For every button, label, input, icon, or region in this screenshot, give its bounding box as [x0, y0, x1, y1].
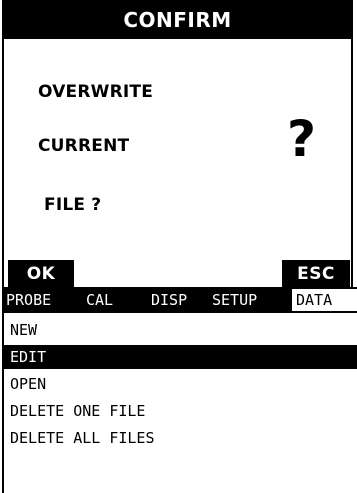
data-menu-list: NEW EDIT OPEN DELETE ONE FILE DELETE ALL… [2, 313, 357, 493]
tab-data[interactable]: DATA [292, 289, 357, 311]
confirm-message-line-3: FILE ? [44, 195, 102, 215]
menu-item-delete-one-file[interactable]: DELETE ONE FILE [4, 399, 357, 423]
dialog-title: CONFIRM [4, 2, 351, 39]
tab-cal[interactable]: CAL [84, 287, 115, 313]
confirm-message-line-1: OVERWRITE [38, 82, 154, 102]
menu-item-delete-all-files[interactable]: DELETE ALL FILES [4, 426, 357, 450]
menu-item-edit[interactable]: EDIT [4, 345, 357, 369]
menu-tab-bar: PROBE CAL DISP SETUP DATA [2, 287, 357, 313]
question-mark-icon: ? [287, 110, 317, 168]
tab-setup[interactable]: SETUP [210, 287, 259, 313]
confirm-dialog: CONFIRM OVERWRITE CURRENT FILE ? ? OK ES… [2, 0, 353, 289]
menu-item-new[interactable]: NEW [4, 318, 357, 342]
ok-button[interactable]: OK [8, 260, 74, 288]
tab-probe[interactable]: PROBE [4, 287, 53, 313]
esc-button[interactable]: ESC [282, 260, 350, 288]
menu-item-open[interactable]: OPEN [4, 372, 357, 396]
confirm-message-line-2: CURRENT [38, 136, 130, 156]
tab-disp[interactable]: DISP [149, 287, 189, 313]
